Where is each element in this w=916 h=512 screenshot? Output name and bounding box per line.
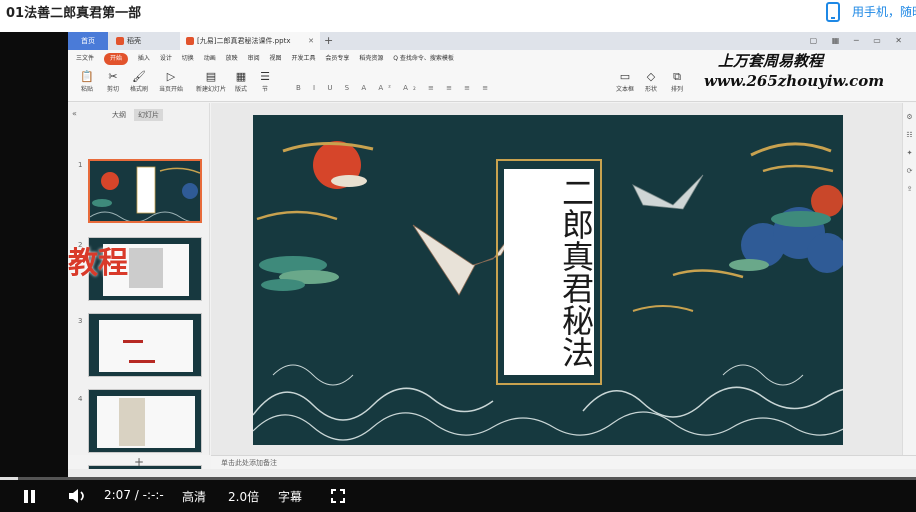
menu-view[interactable]: 视图 — [270, 50, 282, 68]
menu-animation[interactable]: 动画 — [204, 50, 216, 68]
window-controls[interactable]: ▢ ▦ ─ ▭ ✕ — [810, 32, 908, 50]
title-frame: 二郎真君秘法 — [496, 159, 602, 385]
wps-presentation-window: 首页 稻壳 [九易]二郎真君秘法课件.pptx ✕ + ▢ ▦ ─ ▭ ✕ 三文… — [68, 32, 916, 480]
font-format-row[interactable]: B I U S A A² A₂ ≡ ≡ ≡ ≡ — [296, 84, 493, 92]
menu-slideshow[interactable]: 放映 — [226, 50, 238, 68]
section-button[interactable]: ☰ 节 — [248, 70, 282, 93]
section-icon: ☰ — [260, 70, 270, 83]
backup-icon[interactable]: ⟳ — [903, 167, 916, 175]
animation-icon[interactable]: ✦ — [903, 149, 916, 157]
slide-title: 二郎真君秘法 — [557, 176, 595, 368]
cloud-shape — [331, 175, 367, 187]
mobile-link[interactable]: 用手机，随时 — [852, 3, 916, 20]
tab-docer-label: 稻壳 — [127, 37, 141, 45]
slide-number: 3 — [78, 317, 83, 325]
page-root: 01法善二郎真君第一部 用手机，随时 首页 稻壳 [九易]二郎真君秘法课件.pp… — [0, 0, 916, 512]
slide-number: 4 — [78, 395, 83, 403]
video-player[interactable]: 首页 稻壳 [九易]二郎真君秘法课件.pptx ✕ + ▢ ▦ ─ ▭ ✕ 三文… — [0, 32, 916, 512]
new-slide-button[interactable]: ▤ 新建幻灯片 — [194, 70, 228, 93]
menu-design[interactable]: 设计 — [160, 50, 172, 68]
slide-thumbnail-4[interactable] — [88, 389, 202, 453]
section-label: 节 — [261, 86, 268, 93]
tab-docer[interactable]: 稻壳 — [110, 32, 174, 50]
right-tool-rail: ⚙ ☷ ✦ ⟳ ⇪ — [902, 103, 916, 455]
current-slide[interactable]: 二郎真君秘法 — [253, 115, 843, 445]
menu-devtools[interactable]: 开发工具 — [291, 50, 315, 68]
shape-label: 形状 — [644, 86, 657, 93]
textbox-label: 文本框 — [615, 86, 634, 93]
arrange-icon: ⧉ — [673, 70, 681, 83]
fullscreen-icon[interactable] — [331, 489, 345, 503]
slide-2-image — [129, 248, 163, 288]
slide-4-paper — [97, 396, 195, 448]
layout-label: 版式 — [234, 86, 247, 93]
title-wrap: 二郎真君秘法 — [504, 169, 595, 375]
format-painter-button[interactable]: 🖌 格式刷 — [122, 70, 156, 93]
format-painter-icon: 🖌 — [132, 70, 146, 83]
volume-icon[interactable] — [68, 488, 88, 504]
phone-icon[interactable] — [826, 2, 840, 22]
play-label: 当页开始 — [158, 86, 183, 93]
slide-3-red-bar — [129, 360, 155, 363]
slide-editing-canvas: 二郎真君秘法 — [211, 103, 916, 455]
new-tab-icon[interactable]: + — [324, 32, 333, 50]
crane-shape — [632, 174, 704, 210]
tab-slides[interactable]: 幻灯片 — [134, 109, 163, 121]
slide-1-preview — [90, 166, 200, 221]
watermark-top: 上万套周易教程 — [718, 52, 824, 70]
slide-thumbnail-3[interactable] — [88, 313, 202, 377]
watermark-left: 九易教程 — [68, 246, 128, 281]
paste-label: 粘贴 — [80, 86, 93, 93]
title-box[interactable]: 二郎真君秘法 — [504, 169, 595, 375]
time-display: 2:07 / -:-:- — [104, 488, 164, 502]
tab-document[interactable]: [九易]二郎真君秘法课件.pptx ✕ — [180, 32, 320, 50]
subtitle-button[interactable]: 字幕 — [278, 488, 302, 505]
menu-docer[interactable]: 稻壳资源 — [359, 50, 383, 68]
watermark-url: www.265zhouyiw.com — [704, 72, 885, 90]
notes-placeholder: 单击此处添加备注 — [221, 459, 277, 467]
collapse-panel-icon[interactable]: « — [72, 109, 77, 118]
slide-3-red-bar — [123, 340, 143, 343]
slide-thumbnail-1[interactable] — [88, 159, 202, 223]
slide-4-image — [119, 398, 145, 446]
share-icon[interactable]: ⇪ — [903, 185, 916, 193]
menu-file[interactable]: 三文件 — [76, 50, 94, 68]
play-from-current-button[interactable]: ▷ 当页开始 — [154, 70, 188, 93]
arrange-label: 排列 — [670, 86, 683, 93]
docer-icon — [116, 37, 124, 45]
tab-home[interactable]: 首页 — [68, 32, 108, 50]
pause-icon[interactable] — [24, 490, 36, 503]
close-tab-icon[interactable]: ✕ — [308, 32, 314, 50]
new-slide-label: 新建幻灯片 — [195, 86, 226, 93]
new-slide-icon: ▤ — [205, 70, 217, 83]
pptx-icon — [186, 37, 194, 45]
tab-document-label: [九易]二郎真君秘法课件.pptx — [197, 37, 291, 45]
slide-3-paper — [99, 320, 193, 372]
add-slide-icon[interactable]: + — [134, 455, 144, 469]
style-icon[interactable]: ⚙ — [903, 113, 916, 121]
menu-member[interactable]: 会员专享 — [325, 50, 349, 68]
app-tab-bar: 首页 稻壳 [九易]二郎真君秘法课件.pptx ✕ + ▢ ▦ ─ ▭ ✕ — [68, 32, 916, 50]
property-icon[interactable]: ☷ — [903, 131, 916, 139]
speed-button[interactable]: 2.0倍 — [228, 488, 259, 505]
tab-outline[interactable]: 大纲 — [108, 109, 130, 121]
notes-pane[interactable]: 单击此处添加备注 — [211, 455, 916, 469]
page-title: 01法善二郎真君第一部 — [6, 6, 142, 21]
slide-number: 1 — [78, 161, 83, 169]
menu-search[interactable]: Q 查找命令、搜索模板 — [393, 50, 454, 68]
quality-button[interactable]: 高清 — [182, 488, 206, 505]
cut-label: 剪切 — [106, 86, 119, 93]
video-controls: 2:07 / -:-:- 高清 2.0倍 字幕 — [0, 480, 916, 512]
menu-home[interactable]: 开始 — [103, 53, 128, 65]
arrange-button[interactable]: ⧉ 排列 — [660, 70, 694, 93]
menu-insert[interactable]: 插入 — [138, 50, 150, 68]
menu-review[interactable]: 审阅 — [248, 50, 260, 68]
play-icon: ▷ — [166, 70, 176, 83]
menu-transition[interactable]: 切换 — [182, 50, 194, 68]
panel-tabs: 大纲 幻灯片 — [108, 109, 167, 121]
page-header: 01法善二郎真君第一部 用手机，随时 — [0, 0, 916, 30]
format-painter-label: 格式刷 — [129, 86, 148, 93]
